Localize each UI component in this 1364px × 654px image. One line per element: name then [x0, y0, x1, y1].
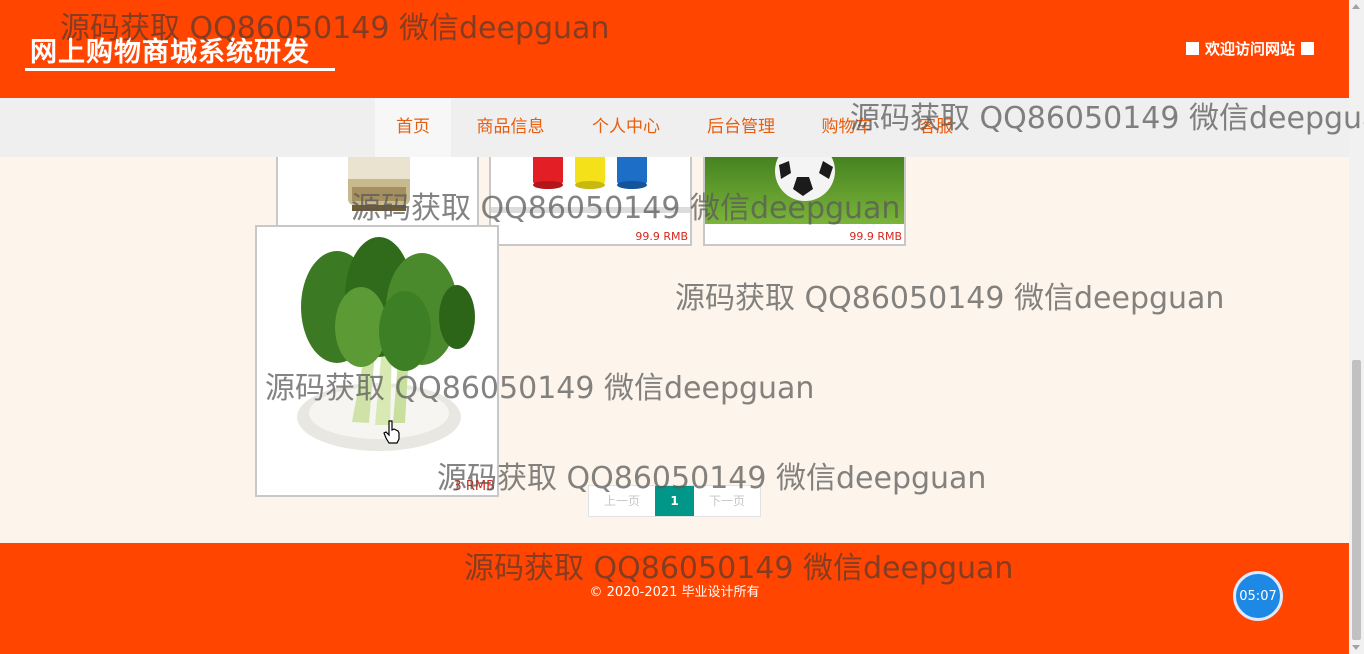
- prev-page-button[interactable]: 上一页: [589, 486, 655, 516]
- square-icon: [1185, 42, 1199, 55]
- square-icon: [1301, 42, 1314, 55]
- next-page-button[interactable]: 下一页: [694, 486, 760, 516]
- title-underline: [25, 68, 335, 71]
- site-title[interactable]: 网上购物商城系统研发: [30, 30, 310, 69]
- pagination: 上一页 1 下一页: [588, 485, 761, 517]
- timer-badge[interactable]: 05:07: [1233, 571, 1283, 621]
- product-price: 99.9 RMB: [635, 230, 688, 243]
- product-image-paint-cans: [491, 157, 690, 219]
- site-footer: © 2020-2021 毕业设计所有: [0, 543, 1349, 654]
- scroll-down-arrow-icon[interactable]: [1352, 645, 1360, 650]
- page-1-button[interactable]: 1: [655, 486, 694, 516]
- nav-item-cart[interactable]: 购物车: [808, 98, 886, 157]
- product-image-soccer-ball: [705, 157, 904, 224]
- scroll-up-arrow-icon[interactable]: [1352, 4, 1360, 9]
- product-card[interactable]: 99.9 RMB: [489, 157, 692, 246]
- product-card[interactable]: [276, 157, 479, 227]
- welcome-banner: 欢迎访问网站: [1185, 38, 1314, 59]
- nav-item-home[interactable]: 首页: [375, 98, 451, 157]
- product-card[interactable]: 3 RMB: [255, 225, 499, 497]
- welcome-text: 欢迎访问网站: [1204, 40, 1295, 58]
- main-nav: 首页 商品信息 个人中心 后台管理 购物车 客服: [0, 98, 1349, 157]
- nav-item-admin[interactable]: 后台管理: [693, 98, 789, 157]
- site-header: 网上购物商城系统研发 欢迎访问网站: [0, 0, 1349, 98]
- product-price: 99.9 RMB: [849, 230, 902, 243]
- nav-item-service[interactable]: 客服: [905, 98, 967, 157]
- nav-item-products[interactable]: 商品信息: [462, 98, 559, 157]
- product-card[interactable]: 99.9 RMB: [703, 157, 906, 246]
- product-price: 3 RMB: [453, 479, 495, 494]
- product-image-bok-choy: [257, 227, 497, 467]
- vertical-scrollbar[interactable]: [1349, 0, 1364, 654]
- nav-item-personal-center[interactable]: 个人中心: [578, 98, 674, 157]
- hand-cursor-icon: [383, 420, 400, 444]
- product-image-cereal-jar: [278, 157, 477, 225]
- copyright-text: © 2020-2021 毕业设计所有: [589, 585, 760, 600]
- scroll-thumb[interactable]: [1352, 360, 1361, 640]
